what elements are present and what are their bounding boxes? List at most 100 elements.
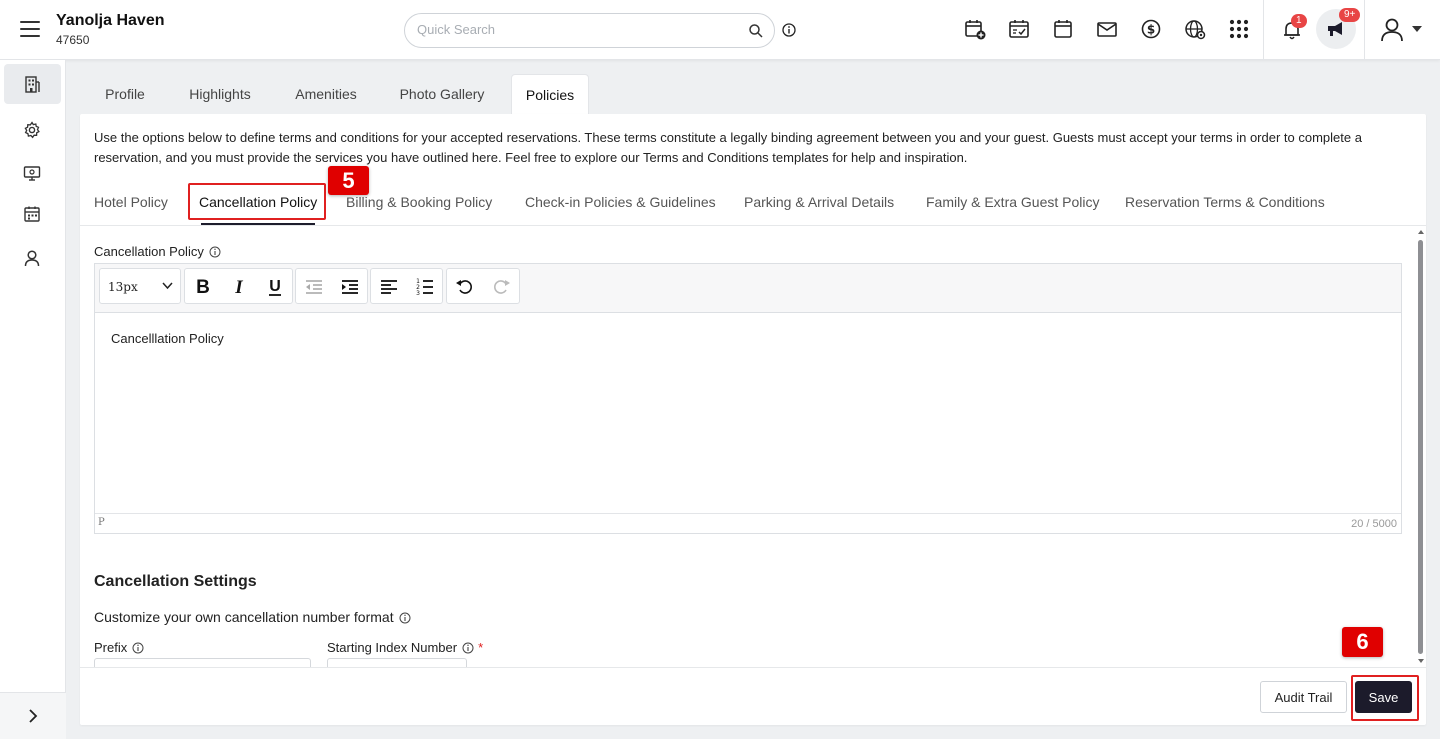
subtab-hotel-policy[interactable]: Hotel Policy <box>94 194 168 210</box>
font-size-select[interactable]: 13px <box>99 268 181 304</box>
menu-icon[interactable] <box>20 21 40 37</box>
audit-trail-button[interactable]: Audit Trail <box>1260 681 1347 713</box>
svg-text:U: U <box>269 278 281 295</box>
editor-label-row: Cancellation Policy <box>94 244 221 259</box>
search-icon[interactable] <box>748 23 764 39</box>
svg-text:3: 3 <box>416 290 420 297</box>
sidebar-item-calendar[interactable] <box>4 194 61 234</box>
undo-icon[interactable] <box>453 275 477 299</box>
person-icon <box>24 250 40 267</box>
divider <box>1364 0 1365 60</box>
highlight-box-step-5 <box>188 183 326 220</box>
dollar-icon[interactable]: $ <box>1139 17 1163 41</box>
info-icon[interactable] <box>132 642 144 654</box>
sidebar-item-settings[interactable] <box>4 110 61 150</box>
subtab-billing-booking-policy[interactable]: Billing & Booking Policy <box>346 194 492 210</box>
hotel-name: Yanolja Haven <box>56 12 165 29</box>
italic-icon[interactable]: I <box>227 275 251 299</box>
intro-text: Use the options below to define terms an… <box>94 130 1362 165</box>
notification-badge: 1 <box>1291 14 1307 28</box>
svg-text:B: B <box>196 277 210 298</box>
character-count: 20 / 5000 <box>1351 518 1397 530</box>
info-icon[interactable] <box>399 612 411 624</box>
sidebar-item-property[interactable] <box>4 64 61 104</box>
policies-card: Use the options below to define terms an… <box>80 114 1426 725</box>
underline-icon[interactable]: U <box>263 275 287 299</box>
font-size-value: 13px <box>108 280 138 294</box>
starting-index-label: Starting Index Number <box>327 640 458 655</box>
subtab-family-extra-guest[interactable]: Family & Extra Guest Policy <box>926 194 1100 210</box>
active-subtab-indicator <box>201 223 315 225</box>
divider <box>1263 0 1264 60</box>
scroll-down-icon[interactable] <box>1418 659 1424 663</box>
list-group: 123 <box>370 268 443 304</box>
left-sidebar <box>0 60 66 739</box>
subtab-checkin-policies[interactable]: Check-in Policies & Guidelines <box>525 194 716 210</box>
prefix-label-row: Prefix <box>94 640 144 655</box>
mail-icon[interactable] <box>1095 17 1119 41</box>
quick-search <box>404 13 775 48</box>
prefix-label: Prefix <box>94 640 128 655</box>
user-icon[interactable] <box>1378 16 1406 44</box>
indent-group <box>295 268 368 304</box>
prefix-input[interactable] <box>94 658 311 667</box>
scroll-thumb[interactable] <box>1418 240 1423 654</box>
tab-amenities[interactable]: Amenities <box>282 74 370 114</box>
tab-highlights[interactable]: Highlights <box>174 74 266 114</box>
gear-icon <box>24 121 40 139</box>
svg-text:$: $ <box>1147 23 1155 37</box>
info-icon[interactable] <box>209 246 221 258</box>
calendar-add-icon[interactable] <box>963 17 987 41</box>
redo-icon[interactable] <box>489 275 513 299</box>
numbered-list-icon[interactable]: 123 <box>413 275 437 299</box>
search-input[interactable] <box>417 22 737 37</box>
highlight-box-step-6 <box>1351 675 1419 721</box>
apps-grid-icon[interactable] <box>1227 17 1251 41</box>
align-left-icon[interactable] <box>377 275 401 299</box>
sidebar-expand-button[interactable] <box>0 692 66 739</box>
globe-settings-icon[interactable] <box>1183 17 1207 41</box>
building-icon <box>25 76 40 93</box>
chevron-down-icon <box>162 282 173 290</box>
editor-content[interactable]: Cancelllation Policy <box>111 331 224 346</box>
tab-photo-gallery[interactable]: Photo Gallery <box>386 74 498 114</box>
starting-index-input[interactable] <box>327 658 467 667</box>
svg-text:I: I <box>234 277 243 298</box>
editor-toolbar: 13px B I U 123 <box>95 264 1401 313</box>
info-icon[interactable] <box>462 642 474 654</box>
step-marker-5: 5 <box>328 166 369 195</box>
step-marker-6: 6 <box>1342 627 1383 657</box>
rich-text-editor: 13px B I U 123 Cancelllation Policy P 20… <box>94 263 1402 534</box>
subtab-reservation-terms[interactable]: Reservation Terms & Conditions <box>1125 194 1325 210</box>
sidebar-item-users[interactable] <box>4 238 61 278</box>
chevron-right-icon <box>29 709 38 723</box>
indent-icon[interactable] <box>338 275 362 299</box>
history-group <box>446 268 520 304</box>
announcement-badge: 9+ <box>1339 8 1361 22</box>
monitor-icon <box>23 166 41 181</box>
action-footer: Audit Trail Save <box>80 667 1426 725</box>
cancellation-settings-subtitle-row: Customize your own cancellation number f… <box>94 609 411 625</box>
tab-policies[interactable]: Policies <box>511 74 589 115</box>
hotel-id: 47650 <box>56 33 90 47</box>
scroll-up-icon[interactable] <box>1418 230 1424 234</box>
megaphone-icon <box>1328 22 1342 36</box>
cancellation-settings-title: Cancellation Settings <box>94 573 257 590</box>
element-path: P <box>98 517 105 528</box>
outdent-icon[interactable] <box>302 275 326 299</box>
calendar-icon[interactable] <box>1051 17 1075 41</box>
bold-icon[interactable]: B <box>191 275 215 299</box>
top-bar: Yanolja Haven 47650 $ 1 9+ <box>0 0 1440 60</box>
info-icon[interactable] <box>782 23 796 37</box>
user-menu-caret-icon[interactable] <box>1412 26 1422 32</box>
format-group: B I U <box>184 268 293 304</box>
required-mark: * <box>478 640 484 655</box>
policy-content: Cancellation Policy 13px B I U 1 2 3 Can… <box>80 227 1426 667</box>
content-scrollbar[interactable] <box>1417 230 1425 666</box>
subtab-parking-arrival[interactable]: Parking & Arrival Details <box>744 194 894 210</box>
editor-label: Cancellation Policy <box>94 244 204 259</box>
tab-profile[interactable]: Profile <box>92 74 158 114</box>
sidebar-item-channels[interactable] <box>4 153 61 193</box>
starting-index-label-row: Starting Index Number * <box>327 640 483 655</box>
calendar-check-icon[interactable] <box>1007 17 1031 41</box>
